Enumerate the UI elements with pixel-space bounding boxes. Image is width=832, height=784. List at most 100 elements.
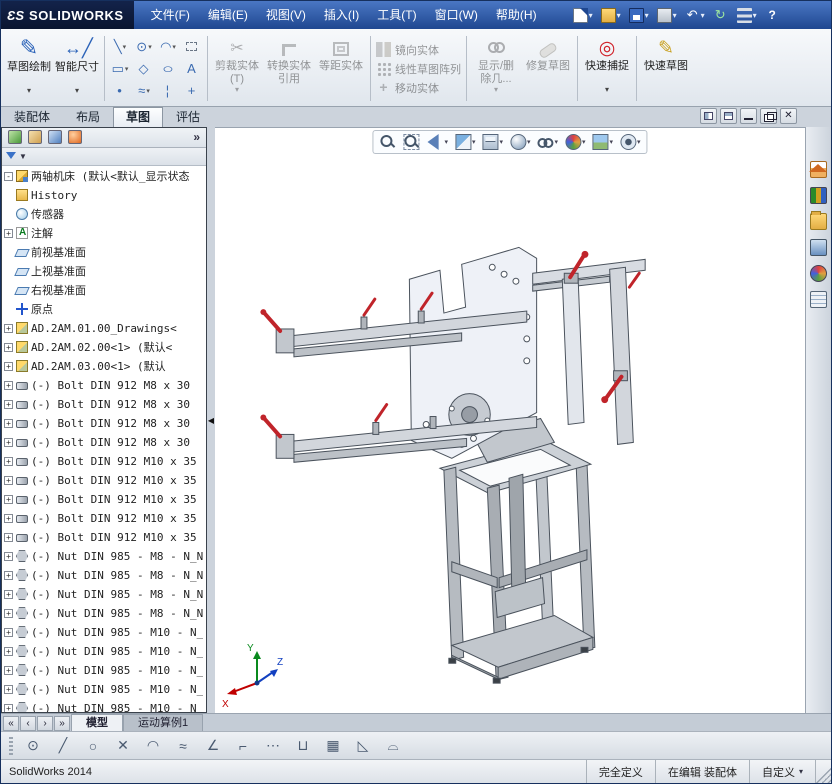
- move-entities-button[interactable]: + 移动实体: [376, 80, 461, 96]
- menu-item[interactable]: 编辑(E): [199, 1, 257, 29]
- units-selector[interactable]: 自定义 ▾: [748, 760, 815, 783]
- model-stand[interactable]: [438, 439, 596, 684]
- panel-splitter[interactable]: ◀: [207, 127, 215, 713]
- panel-collapse-arrow-icon[interactable]: ◀: [208, 416, 214, 425]
- file-explorer-icon[interactable]: [810, 211, 827, 230]
- expand-icon[interactable]: [4, 361, 13, 371]
- close-document-icon[interactable]: ✕: [780, 108, 797, 124]
- model-right-arm[interactable]: [532, 250, 646, 445]
- tree-root-item[interactable]: 两轴机床 (默认<默认_显示状态: [4, 167, 206, 186]
- save-icon[interactable]: ▾: [626, 6, 652, 25]
- expand-icon[interactable]: [4, 646, 13, 656]
- new-document-icon[interactable]: ▾: [570, 6, 596, 25]
- display-delete-relations-button[interactable]: 显示/删除几... ▾: [470, 32, 522, 105]
- prev-tab-icon[interactable]: ‹: [20, 716, 36, 731]
- menu-item[interactable]: 视图(V): [257, 1, 315, 29]
- sketch-arc-icon[interactable]: ◠: [143, 736, 163, 756]
- appearances-icon[interactable]: [810, 265, 827, 282]
- trim-entities-button[interactable]: ✂ 剪裁实体(T) ▾: [211, 32, 263, 105]
- expand-icon[interactable]: [4, 627, 13, 637]
- sketch-slot-icon[interactable]: ⊔: [293, 736, 313, 756]
- tree-item[interactable]: 上视基准面: [4, 262, 206, 281]
- restore-document-icon[interactable]: [760, 108, 777, 124]
- menu-item[interactable]: 帮助(H): [487, 1, 546, 29]
- expand-icon[interactable]: [4, 342, 13, 352]
- assembly-model[interactable]: [215, 128, 805, 713]
- tree-item[interactable]: (-) Nut DIN 985 - M10 - N_: [4, 699, 206, 713]
- expand-icon[interactable]: [4, 665, 13, 675]
- previous-view-icon[interactable]: ▾: [427, 134, 448, 150]
- first-tab-icon[interactable]: «: [3, 716, 19, 731]
- view-orientation-icon[interactable]: ▾: [482, 134, 503, 150]
- sketch-pattern-icon[interactable]: ▦: [323, 736, 343, 756]
- tree-item[interactable]: 前视基准面: [4, 243, 206, 262]
- arc-icon[interactable]: ◠ ▾: [156, 36, 180, 58]
- menu-item[interactable]: 窗口(W): [426, 1, 487, 29]
- sketch-trim-icon[interactable]: ⌐: [233, 736, 253, 756]
- print-icon[interactable]: ▾: [654, 6, 680, 25]
- displaymanager-tab-icon[interactable]: [68, 130, 82, 145]
- command-tab[interactable]: 布局: [63, 107, 113, 127]
- propertymanager-tab-icon[interactable]: [28, 130, 42, 145]
- minimize-document-icon[interactable]: [740, 108, 757, 124]
- tree-item[interactable]: (-) Bolt DIN 912 M10 x 35: [4, 471, 206, 490]
- tree-item[interactable]: (-) Nut DIN 985 - M10 - N_: [4, 661, 206, 680]
- filter-dropdown-icon[interactable]: ▼: [19, 152, 27, 161]
- tree-item[interactable]: (-) Bolt DIN 912 M10 x 35: [4, 509, 206, 528]
- menu-item[interactable]: 工具(T): [368, 1, 425, 29]
- expand-icon[interactable]: [4, 703, 13, 713]
- zoom-fit-icon[interactable]: [379, 134, 396, 150]
- custom-properties-icon[interactable]: [810, 291, 827, 308]
- tree-item[interactable]: 注解: [4, 224, 206, 243]
- convert-entities-button[interactable]: 转换实体引用: [263, 32, 315, 105]
- viewport-split-horizontal-icon[interactable]: [720, 108, 737, 124]
- expand-icon[interactable]: [4, 551, 13, 561]
- tree-item[interactable]: (-) Bolt DIN 912 M8 x 30: [4, 395, 206, 414]
- tree-item[interactable]: 传感器: [4, 205, 206, 224]
- document-tab[interactable]: 模型: [71, 714, 123, 731]
- document-tab[interactable]: 运动算例1: [123, 714, 204, 731]
- help-icon[interactable]: ?: [762, 6, 784, 25]
- sketch-chamfer-icon[interactable]: ◺: [353, 736, 373, 756]
- rapid-sketch-button[interactable]: ✎ 快速草图: [640, 32, 692, 105]
- smart-dimension-button[interactable]: ↔╱ 智能尺寸 ▾: [53, 32, 101, 105]
- quick-snaps-button[interactable]: ◎ 快速捕捉 ▾: [581, 32, 633, 105]
- rebuild-icon[interactable]: ↻: [710, 6, 732, 25]
- tree-item[interactable]: (-) Bolt DIN 912 M8 x 30: [4, 414, 206, 433]
- circle-icon[interactable]: ⊙ ▾: [132, 36, 156, 58]
- tree-item[interactable]: (-) Nut DIN 985 - M8 - N_N: [4, 547, 206, 566]
- line-icon[interactable]: ╲ ▾: [108, 36, 132, 58]
- display-style-icon[interactable]: ▾: [509, 134, 531, 150]
- expand-icon[interactable]: [4, 684, 13, 694]
- options-icon[interactable]: ▾: [734, 6, 760, 25]
- expand-icon[interactable]: [4, 380, 13, 390]
- point-icon[interactable]: •: [108, 80, 132, 102]
- tree-item[interactable]: (-) Bolt DIN 912 M8 x 30: [4, 433, 206, 452]
- toolbar-grip[interactable]: [9, 736, 13, 755]
- edit-appearance-icon[interactable]: ▾: [565, 134, 586, 150]
- rectangle-icon[interactable]: ▭ ▾: [108, 58, 132, 80]
- tree-item[interactable]: 右视基准面: [4, 281, 206, 300]
- repair-sketch-button[interactable]: 修复草图: [522, 32, 574, 105]
- spline-icon[interactable]: ≈ ▾: [132, 80, 156, 102]
- tree-item[interactable]: 原点: [4, 300, 206, 319]
- next-tab-icon[interactable]: ›: [37, 716, 53, 731]
- zoom-area-icon[interactable]: [403, 134, 420, 150]
- tree-item[interactable]: (-) Nut DIN 985 - M8 - N_N: [4, 604, 206, 623]
- sketch-button[interactable]: ✎ 草图绘制 ▾: [5, 32, 53, 105]
- tree-item[interactable]: (-) Bolt DIN 912 M10 x 35: [4, 528, 206, 547]
- sketch-erase-icon[interactable]: ✕: [113, 736, 133, 756]
- offset-entities-button[interactable]: 等距实体: [315, 32, 367, 105]
- view-palette-icon[interactable]: [810, 239, 827, 256]
- sketch-convert-icon[interactable]: ⋯: [263, 736, 283, 756]
- expand-icon[interactable]: [4, 532, 13, 542]
- menu-item[interactable]: 文件(F): [142, 1, 199, 29]
- expand-icon[interactable]: [4, 418, 13, 428]
- sketch-dimension-icon[interactable]: ∠: [203, 736, 223, 756]
- apply-scene-icon[interactable]: ▾: [592, 134, 613, 150]
- expand-icon[interactable]: [4, 323, 13, 333]
- featuremanager-tab-icon[interactable]: [8, 130, 22, 145]
- tree-item[interactable]: (-) Bolt DIN 912 M10 x 35: [4, 452, 206, 471]
- sketch-line-icon[interactable]: ╱: [53, 736, 73, 756]
- tree-item[interactable]: AD.2AM.03.00<1> (默认: [4, 357, 206, 376]
